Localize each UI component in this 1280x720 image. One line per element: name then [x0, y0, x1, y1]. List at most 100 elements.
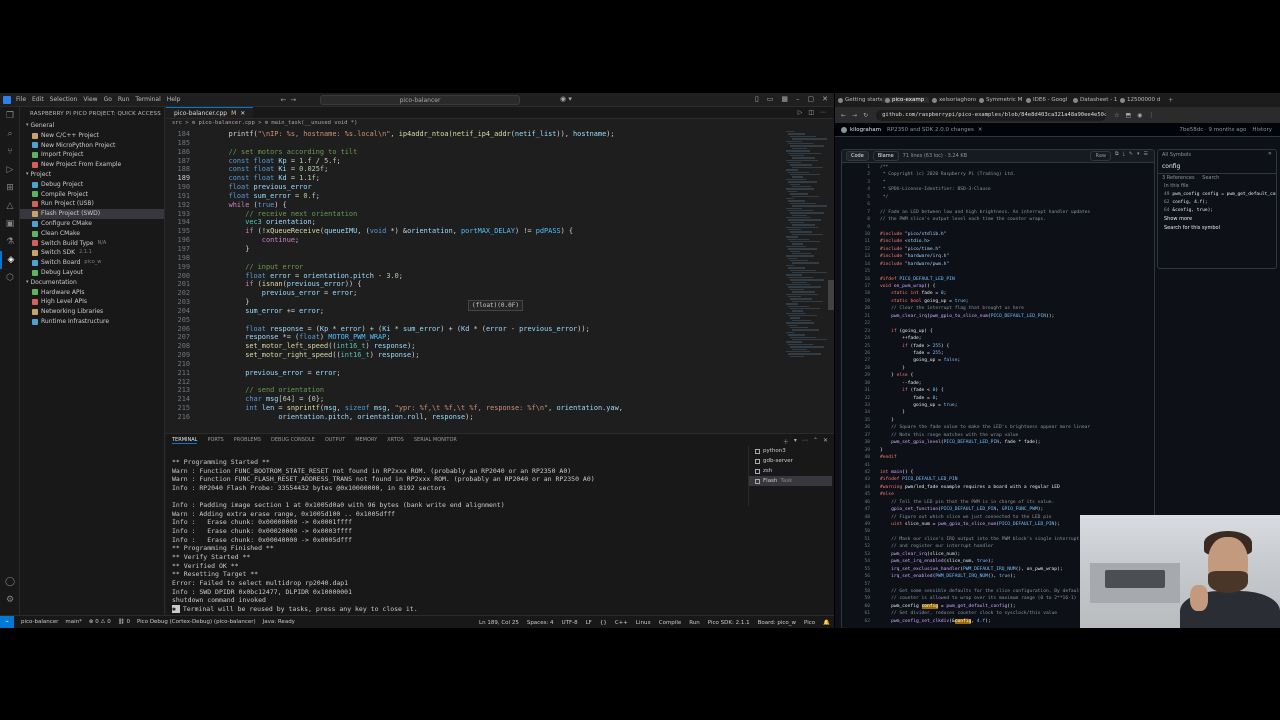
cortex-debug-icon[interactable]: ⬡	[0, 269, 20, 287]
github-code-line[interactable]: 23 if (going_up) {	[842, 328, 1154, 335]
code-line[interactable]: 200 float error = orientation.pitch - 3.…	[166, 272, 786, 281]
github-code-line[interactable]: 6	[842, 201, 1154, 208]
github-code-line[interactable]: 38 pwm_set_gpio_level(PICO_DEFAULT_LED_P…	[842, 439, 1154, 446]
github-line-number[interactable]: 12	[842, 246, 880, 253]
close-symbols-icon[interactable]: ✕	[1268, 151, 1272, 157]
code-line[interactable]: 207 response *= (float) MOTOR_PWM_WRAP;	[166, 333, 786, 342]
profile-icon[interactable]: ◉	[1137, 112, 1142, 119]
sidebar-item-networking-libraries[interactable]: Networking Libraries	[20, 307, 164, 317]
split-editor-icon[interactable]: ◫	[808, 109, 814, 116]
browser-menu-icon[interactable]: ⋮	[1148, 112, 1154, 119]
github-code-line[interactable]: 10 #include "pico/stdlib.h"	[842, 231, 1154, 238]
github-code-line[interactable]: 32 fade = 0;	[842, 395, 1154, 402]
github-line-number[interactable]: 49	[842, 521, 880, 528]
sidebar-section-general[interactable]: ▾ General	[20, 121, 164, 131]
github-line-number[interactable]: 32	[842, 395, 880, 402]
github-line-number[interactable]: 10	[842, 231, 880, 238]
github-code-line[interactable]: 42 int main() {	[842, 469, 1154, 476]
menu-view[interactable]: View	[83, 96, 97, 103]
code-line[interactable]: 205	[166, 316, 786, 325]
browser-tab[interactable]: Getting starte	[835, 97, 882, 103]
github-code-line[interactable]: 20 // Clear the interrupt flag that brou…	[842, 305, 1154, 312]
github-line-number[interactable]: 47	[842, 506, 880, 513]
panel-more-icon[interactable]: ⋯	[802, 437, 808, 446]
github-line-number[interactable]: 56	[842, 573, 880, 580]
code-line[interactable]: 185	[166, 139, 786, 148]
status-debug-config[interactable]: Pico Debug (Cortex-Debug) (pico-balancer…	[137, 619, 256, 625]
command-center-search[interactable]: pico-balancer	[320, 95, 520, 105]
code-line[interactable]: 197 }	[166, 245, 786, 254]
github-code-line[interactable]: 2 * Copyright (c) 2020 Raspberry Pi (Tra…	[842, 171, 1154, 178]
code-line[interactable]: 213 // send orientation	[166, 386, 786, 395]
github-line-number[interactable]: 24	[842, 335, 880, 342]
github-code-line[interactable]: 31 if (fade < 0) {	[842, 387, 1154, 394]
github-code-line[interactable]: 11 #include <stdio.h>	[842, 238, 1154, 245]
github-code-line[interactable]: 41	[842, 462, 1154, 469]
github-line-number[interactable]: 26	[842, 350, 880, 357]
toggle-sidebar-icon[interactable]: ▯	[755, 95, 759, 103]
remote-explorer-icon[interactable]: ▣	[0, 215, 20, 233]
bookmark-star-icon[interactable]: ☆	[1114, 112, 1119, 119]
new-terminal-icon[interactable]: ＋	[783, 437, 789, 446]
github-code-line[interactable]: 25 if (fade > 255) {	[842, 343, 1154, 350]
forward-arrow-icon[interactable]: →	[290, 96, 296, 104]
status-branch[interactable]: main*	[65, 619, 82, 625]
notifications-bell-icon[interactable]: 🔔	[823, 620, 830, 626]
sidebar-item-switch-sdk[interactable]: Switch SDK 2.1.1	[20, 248, 164, 258]
toggle-panel-icon[interactable]: ▭	[767, 95, 774, 103]
github-code-line[interactable]: 47 gpio_set_function(PICO_DEFAULT_LED_PI…	[842, 506, 1154, 513]
sidebar-item-runtime-infrastructure[interactable]: Runtime Infrastructure	[20, 317, 164, 327]
code-line[interactable]: 193 // receive next orientation	[166, 210, 786, 219]
sidebar-item-debug-project[interactable]: Debug Project	[20, 180, 164, 190]
github-code-line[interactable]: 36 // Square the fade value to make the …	[842, 424, 1154, 431]
github-line-number[interactable]: 55	[842, 566, 880, 573]
github-line-number[interactable]: 4	[842, 186, 880, 193]
panel-tab-terminal[interactable]: TERMINAL	[172, 437, 198, 444]
editor-scrollbar[interactable]	[828, 130, 834, 433]
code-line[interactable]: 212	[166, 378, 786, 387]
github-line-number[interactable]: 23	[842, 328, 880, 335]
github-code-line[interactable]: 26 fade = 255;	[842, 350, 1154, 357]
raspberry-pi-pico-icon[interactable]: ◈	[0, 251, 20, 269]
menu-selection[interactable]: Selection	[50, 96, 78, 103]
more-actions-icon[interactable]: ⋯	[820, 109, 826, 116]
github-code-line[interactable]: 28 }	[842, 365, 1154, 372]
github-line-number[interactable]: 37	[842, 432, 880, 439]
github-line-number[interactable]: 31	[842, 387, 880, 394]
blame-tab[interactable]: Blame	[872, 151, 899, 161]
github-line-number[interactable]: 7	[842, 209, 880, 216]
github-line-number[interactable]: 41	[842, 462, 880, 469]
github-line-number[interactable]: 25	[842, 343, 880, 350]
sidebar-item-new-micropython-project[interactable]: New MicroPython Project	[20, 141, 164, 151]
github-code-line[interactable]: 5 */	[842, 194, 1154, 201]
github-line-number[interactable]: 42	[842, 469, 880, 476]
github-code-line[interactable]: 45 #else	[842, 491, 1154, 498]
code-line[interactable]: 196 continue;	[166, 236, 786, 245]
terminal-instance-flash[interactable]: Flash Task	[749, 476, 832, 486]
status-pico[interactable]: Pico	[804, 620, 815, 626]
code-line[interactable]: 198	[166, 254, 786, 263]
menu-terminal[interactable]: Terminal	[135, 96, 160, 103]
testing-icon[interactable]: ⚗	[0, 233, 20, 251]
settings-gear-icon[interactable]: ⚙	[0, 591, 20, 609]
remote-indicator-icon[interactable]: ⌁	[0, 615, 14, 628]
symbol-reference[interactable]: 64 &config, true);	[1158, 207, 1276, 215]
github-code-line[interactable]: 14 #include "hardware/pwm.h"	[842, 261, 1154, 268]
github-code-line[interactable]: 4 * SPDX-License-Identifier: BSD-3-Claus…	[842, 186, 1154, 193]
code-tab[interactable]: Code	[846, 151, 869, 161]
github-line-number[interactable]: 44	[842, 484, 880, 491]
search-symbol-link[interactable]: Search for this symbol	[1158, 224, 1276, 233]
status-problems[interactable]: ⊗ 0 ⚠ 0	[89, 619, 111, 625]
terminal-instance-zsh[interactable]: zsh	[749, 466, 832, 476]
github-line-number[interactable]: 36	[842, 424, 880, 431]
browser-tab[interactable]: IDE6 - Googl	[1023, 97, 1070, 103]
menu-edit[interactable]: Edit	[32, 96, 44, 103]
github-code-line[interactable]: 27 going_up = false;	[842, 357, 1154, 364]
code-line[interactable]: 209 set_motor_right_speed((int16_t) resp…	[166, 351, 786, 360]
github-line-number[interactable]: 53	[842, 551, 880, 558]
github-line-number[interactable]: 19	[842, 298, 880, 305]
browser-tab[interactable]: Datasheet - 1266	[1070, 97, 1117, 103]
github-line-number[interactable]: 22	[842, 320, 880, 327]
copy-file-icon[interactable]: ⧉	[1115, 151, 1119, 161]
github-line-number[interactable]: 8	[842, 216, 880, 223]
